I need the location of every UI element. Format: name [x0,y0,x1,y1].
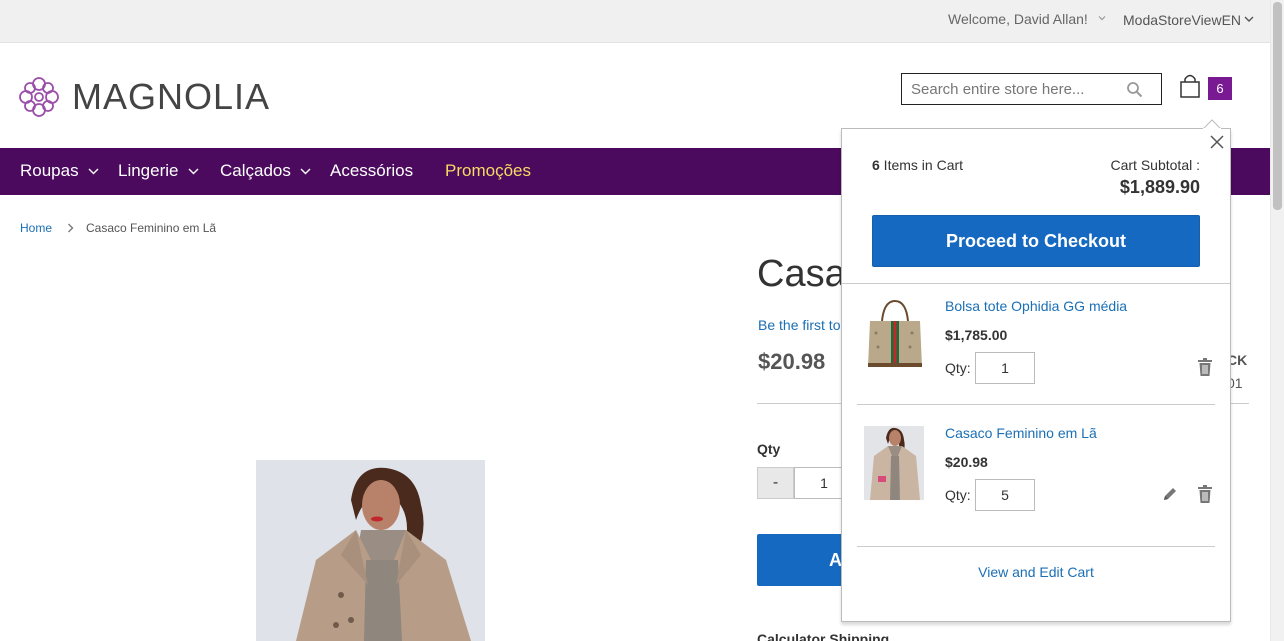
minicart-qty-input[interactable]: 1 [975,352,1035,384]
bag-thumbnail [864,299,926,373]
calculator-shipping-heading: Calculator Shipping [757,631,890,641]
cart-count-badge[interactable]: 6 [1208,77,1232,100]
close-icon[interactable] [1210,135,1224,149]
product-title: Casa [757,253,846,295]
chevron-down-icon [188,168,198,174]
nav-item-label: Roupas [20,161,79,180]
nav-item-roupas[interactable]: Roupas [20,161,99,181]
minicart-count-number: 6 [872,157,880,173]
chevron-down-icon[interactable] [1098,14,1106,22]
qty-label: Qty [757,441,781,457]
minicart-item-name[interactable]: Casaco Feminino em Lã [945,425,1097,441]
logo-text: MAGNOLIA [72,76,271,117]
nav-item-acessorios[interactable]: Acessórios [330,161,413,181]
divider [857,404,1215,405]
minicart-item-price: $20.98 [945,454,988,470]
view-and-edit-cart-link[interactable]: View and Edit Cart [842,564,1230,580]
store-switcher[interactable]: ModaStoreViewEN [1123,12,1241,28]
nav-item-label: Acessórios [330,161,414,180]
product-thumbnail[interactable] [864,426,924,500]
nav-item-promocoes[interactable]: Promoções [445,161,531,181]
review-link[interactable]: Be the first to [758,317,840,333]
chevron-down-icon[interactable] [1244,15,1254,23]
divider [842,283,1230,284]
minicart-qty-label: Qty: [945,360,971,376]
breadcrumb-current: Casaco Feminino em Lã [86,221,217,235]
minicart-qty-input[interactable]: 5 [975,479,1035,511]
nav-item-label: Lingerie [118,161,179,180]
minicart-item-price: $1,785.00 [945,327,1008,343]
nav-item-label: Calçados [220,161,291,180]
breadcrumb: Home Casaco Feminino em Lã [20,221,216,235]
scrollbar-thumb[interactable] [1273,2,1282,210]
page-scrollbar[interactable] [1270,0,1284,641]
site-logo[interactable]: MAGNOLIA [18,76,270,118]
search-input[interactable] [902,74,1117,104]
magnolia-logo-icon [19,77,59,117]
minicart-count-suffix: Items in Cart [879,157,964,173]
minicart-item-count: 6 Items in Cart [872,157,963,173]
divider [857,546,1215,547]
nav-item-calcados[interactable]: Calçados [220,161,311,181]
chevron-down-icon [88,168,99,174]
top-bar: Welcome, David Allan! ModaStoreViewEN [0,0,1270,43]
subtotal-amount: $1,889.90 [1119,177,1200,197]
product-image[interactable] [256,460,485,641]
subtotal-label: Cart Subtotal : [1110,157,1201,173]
welcome-message: Welcome, David Allan! [948,11,1088,27]
minicart-dropdown: 6 Items in Cart Cart Subtotal : $1,889.9… [841,128,1231,622]
search-box[interactable] [901,73,1162,105]
dropdown-arrow [1203,119,1221,129]
product-price: $20.98 [758,349,826,374]
breadcrumb-home-link[interactable]: Home [20,221,52,235]
minicart-qty-label: Qty: [945,487,971,503]
nav-item-lingerie[interactable]: Lingerie [118,161,199,181]
coat-thumbnail [864,426,924,500]
shopping-bag-icon[interactable] [1179,73,1201,99]
minicart-item-name[interactable]: Bolsa tote Ophidia GG média [945,298,1127,314]
product-thumbnail[interactable] [864,299,926,373]
proceed-to-checkout-button[interactable]: Proceed to Checkout [872,215,1200,267]
trash-icon[interactable] [1198,485,1212,503]
pencil-edit-icon[interactable] [1162,486,1178,502]
chevron-down-icon [300,168,311,174]
qty-decrement-button[interactable]: - [757,467,794,499]
chevron-right-icon [68,223,74,233]
product-photo [256,460,485,641]
nav-item-label: Promoções [445,161,531,180]
trash-icon[interactable] [1198,358,1212,376]
search-icon[interactable] [1126,81,1143,98]
